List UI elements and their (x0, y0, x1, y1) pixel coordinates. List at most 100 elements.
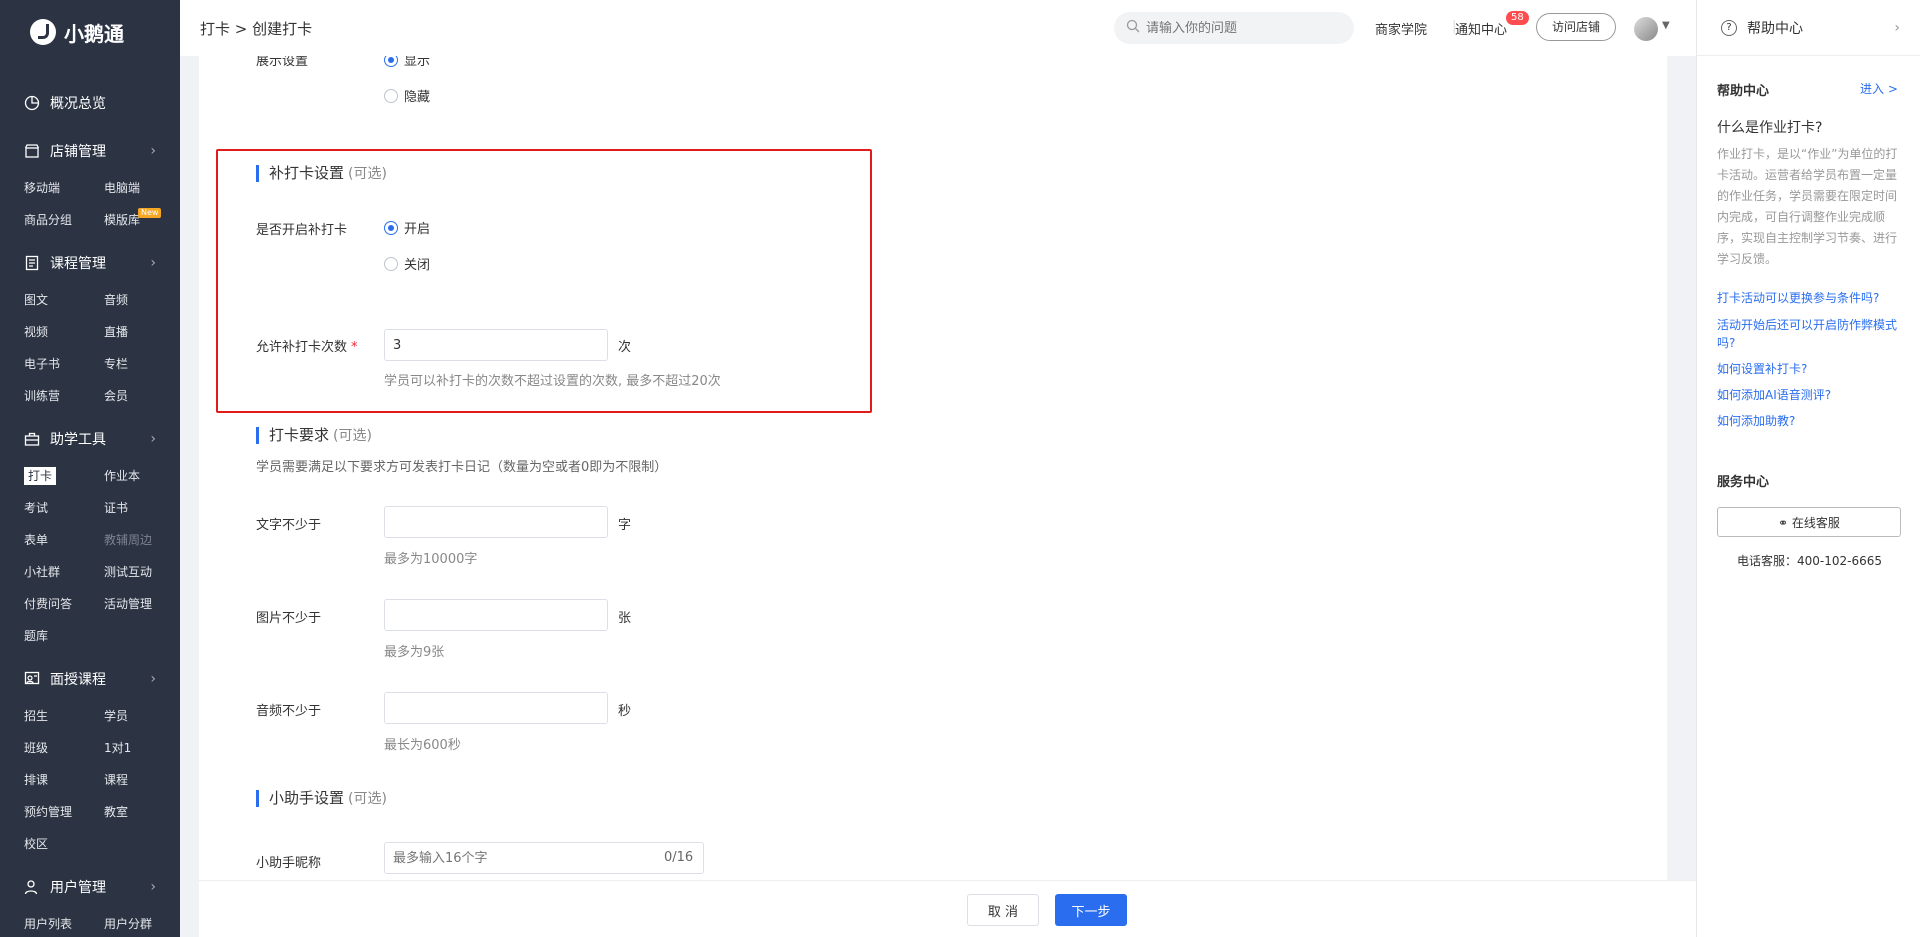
enable-makeup-label: 是否开启补打卡 (256, 223, 348, 238)
nav-user-items: 用户列表 用户分群 (0, 908, 180, 937)
nav-store-items: 移动端 电脑端 商品分组 模版库 New (0, 172, 180, 236)
audio-min-input[interactable] (384, 692, 608, 724)
optional-tag: (可选) (333, 428, 372, 444)
nav-item[interactable]: 训练营 (24, 380, 104, 412)
nav-user-management[interactable]: 用户管理 › (0, 872, 180, 902)
required-mark: * (351, 340, 358, 355)
visit-store-button[interactable]: 访问店铺 (1536, 13, 1616, 41)
assistant-nickname-input[interactable] (384, 842, 704, 874)
nav-item[interactable]: 移动端 (24, 172, 104, 204)
nav-item[interactable]: 学员 (104, 700, 180, 732)
section-title-text: 小助手设置 (269, 789, 345, 807)
form-content: 展示设置 显示 隐藏 补打卡设置 (可选) 是否开启补打卡 开启 关闭 允许补打卡… (199, 56, 1667, 880)
nav-label: 概况总览 (50, 96, 106, 112)
nav-item[interactable]: 图文 (24, 284, 104, 316)
makeup-count-input[interactable] (384, 329, 608, 361)
image-min-hint: 最多为9张 (384, 645, 445, 660)
nav-item[interactable]: 考试 (24, 492, 104, 524)
search-input[interactable] (1146, 20, 1336, 36)
chevron-right-icon: › (150, 879, 156, 895)
logo-icon (30, 19, 56, 45)
help-header-label: 帮助中心 (1747, 20, 1803, 37)
nav-item[interactable]: 电脑端 (104, 172, 180, 204)
nav-item[interactable]: 付费问答 (24, 588, 104, 620)
nav-item[interactable]: 用户列表 (24, 908, 104, 937)
optional-tag: (可选) (348, 791, 387, 807)
nav-item[interactable]: 校区 (24, 828, 104, 860)
help-enter-link[interactable]: 进入 > (1860, 80, 1898, 97)
notification-center-link[interactable]: 通知中心 (1455, 19, 1507, 38)
text-min-input[interactable] (384, 506, 608, 538)
optional-tag: (可选) (348, 166, 387, 182)
nav-item[interactable]: 证书 (104, 492, 180, 524)
nav-item[interactable]: 视频 (24, 316, 104, 348)
nav-item[interactable]: 招生 (24, 700, 104, 732)
user-icon (24, 879, 40, 895)
search-box[interactable] (1114, 12, 1354, 44)
breadcrumb[interactable]: 打卡 > 创建打卡 (200, 18, 312, 39)
nav-course-items: 图文 音频 视频 直播 电子书 专栏 训练营 会员 (0, 284, 180, 412)
toolbox-icon (24, 431, 40, 447)
merchant-academy-link[interactable]: 商家学院 (1375, 19, 1427, 38)
help-link[interactable]: 活动开始后还可以开启防作弊模式吗? (1717, 316, 1907, 352)
help-link[interactable]: 如何设置补打卡? (1717, 360, 1907, 378)
audio-min-hint: 最长为600秒 (384, 738, 461, 753)
nav-offline-items: 招生 学员 班级 1对1 排课 课程 预约管理 教室 校区 (0, 700, 180, 860)
nav-item[interactable]: 表单 (24, 524, 104, 556)
audio-min-label: 音频不少于 (256, 704, 322, 719)
nav-item[interactable]: 商品分组 (24, 204, 104, 236)
nav-item[interactable]: 题库 (24, 620, 104, 652)
nav-item[interactable]: 直播 (104, 316, 180, 348)
nav-item[interactable]: 班级 (24, 732, 104, 764)
help-link[interactable]: 如何添加AI语音测评? (1717, 386, 1907, 404)
nav-item[interactable]: 专栏 (104, 348, 180, 380)
nav-item[interactable]: 1对1 (104, 732, 180, 764)
nav-overview[interactable]: 概况总览 (0, 88, 180, 118)
nav-item[interactable]: 电子书 (24, 348, 104, 380)
nav-label: 面授课程 (50, 672, 106, 688)
cancel-button[interactable]: 取 消 (967, 894, 1039, 926)
nav-item[interactable]: 会员 (104, 380, 180, 412)
nav-item[interactable]: 排课 (24, 764, 104, 796)
nav-item[interactable]: 预约管理 (24, 796, 104, 828)
nav-item[interactable]: 课程 (104, 764, 180, 796)
next-step-button[interactable]: 下一步 (1055, 894, 1127, 926)
radio-label: 隐藏 (404, 90, 431, 105)
nav-course-management[interactable]: 课程管理 › (0, 248, 180, 278)
nav-item[interactable]: 小社群 (24, 556, 104, 588)
nav-learning-tools[interactable]: 助学工具 › (0, 424, 180, 454)
chevron-right-icon: › (1894, 19, 1900, 36)
nav-item[interactable]: 音频 (104, 284, 180, 316)
nav-offline-courses[interactable]: 面授课程 › (0, 664, 180, 694)
radio-disable[interactable]: 关闭 (384, 254, 430, 273)
makeup-count-hint: 学员可以补打卡的次数不超过设置的次数, 最多不超过20次 (384, 374, 721, 389)
nav-item[interactable]: 作业本 (104, 460, 180, 492)
caret-down-icon[interactable]: ▼ (1662, 20, 1670, 31)
radio-hide[interactable]: 隐藏 (384, 86, 430, 105)
radio-show[interactable]: 显示 (384, 56, 430, 69)
avatar[interactable] (1634, 17, 1658, 41)
text-min-hint: 最多为10000字 (384, 552, 478, 567)
nav-item[interactable]: 用户分群 (104, 908, 180, 937)
requirement-desc: 学员需要满足以下要求方可发表打卡日记（数量为空或者0即为不限制） (256, 460, 668, 475)
chevron-right-icon: › (150, 431, 156, 447)
radio-checked-icon (384, 56, 398, 67)
nav-item-template-lib[interactable]: 模版库 New (104, 204, 180, 236)
footer-bar: 取 消 下一步 (199, 880, 1696, 937)
app-name: 小鹅通 (64, 21, 124, 46)
nav-item[interactable]: 教辅周边 (104, 524, 180, 556)
help-link[interactable]: 如何添加助教? (1717, 412, 1907, 430)
help-panel-header[interactable]: ? 帮助中心 › (1697, 0, 1920, 56)
nav-item[interactable]: 教室 (104, 796, 180, 828)
image-min-input[interactable] (384, 599, 608, 631)
nav-item-checkin[interactable]: 打卡 (24, 460, 104, 492)
online-service-button[interactable]: ⚭ 在线客服 (1717, 507, 1901, 537)
unit-seconds: 秒 (618, 704, 632, 719)
radio-enable[interactable]: 开启 (384, 218, 430, 237)
radio-unchecked-icon (384, 88, 398, 103)
logo[interactable]: 小鹅通 (0, 0, 180, 64)
help-link[interactable]: 打卡活动可以更换参与条件吗? (1717, 289, 1907, 307)
nav-item[interactable]: 测试互动 (104, 556, 180, 588)
nav-item[interactable]: 活动管理 (104, 588, 180, 620)
nav-store-management[interactable]: 店铺管理 › (0, 136, 180, 166)
